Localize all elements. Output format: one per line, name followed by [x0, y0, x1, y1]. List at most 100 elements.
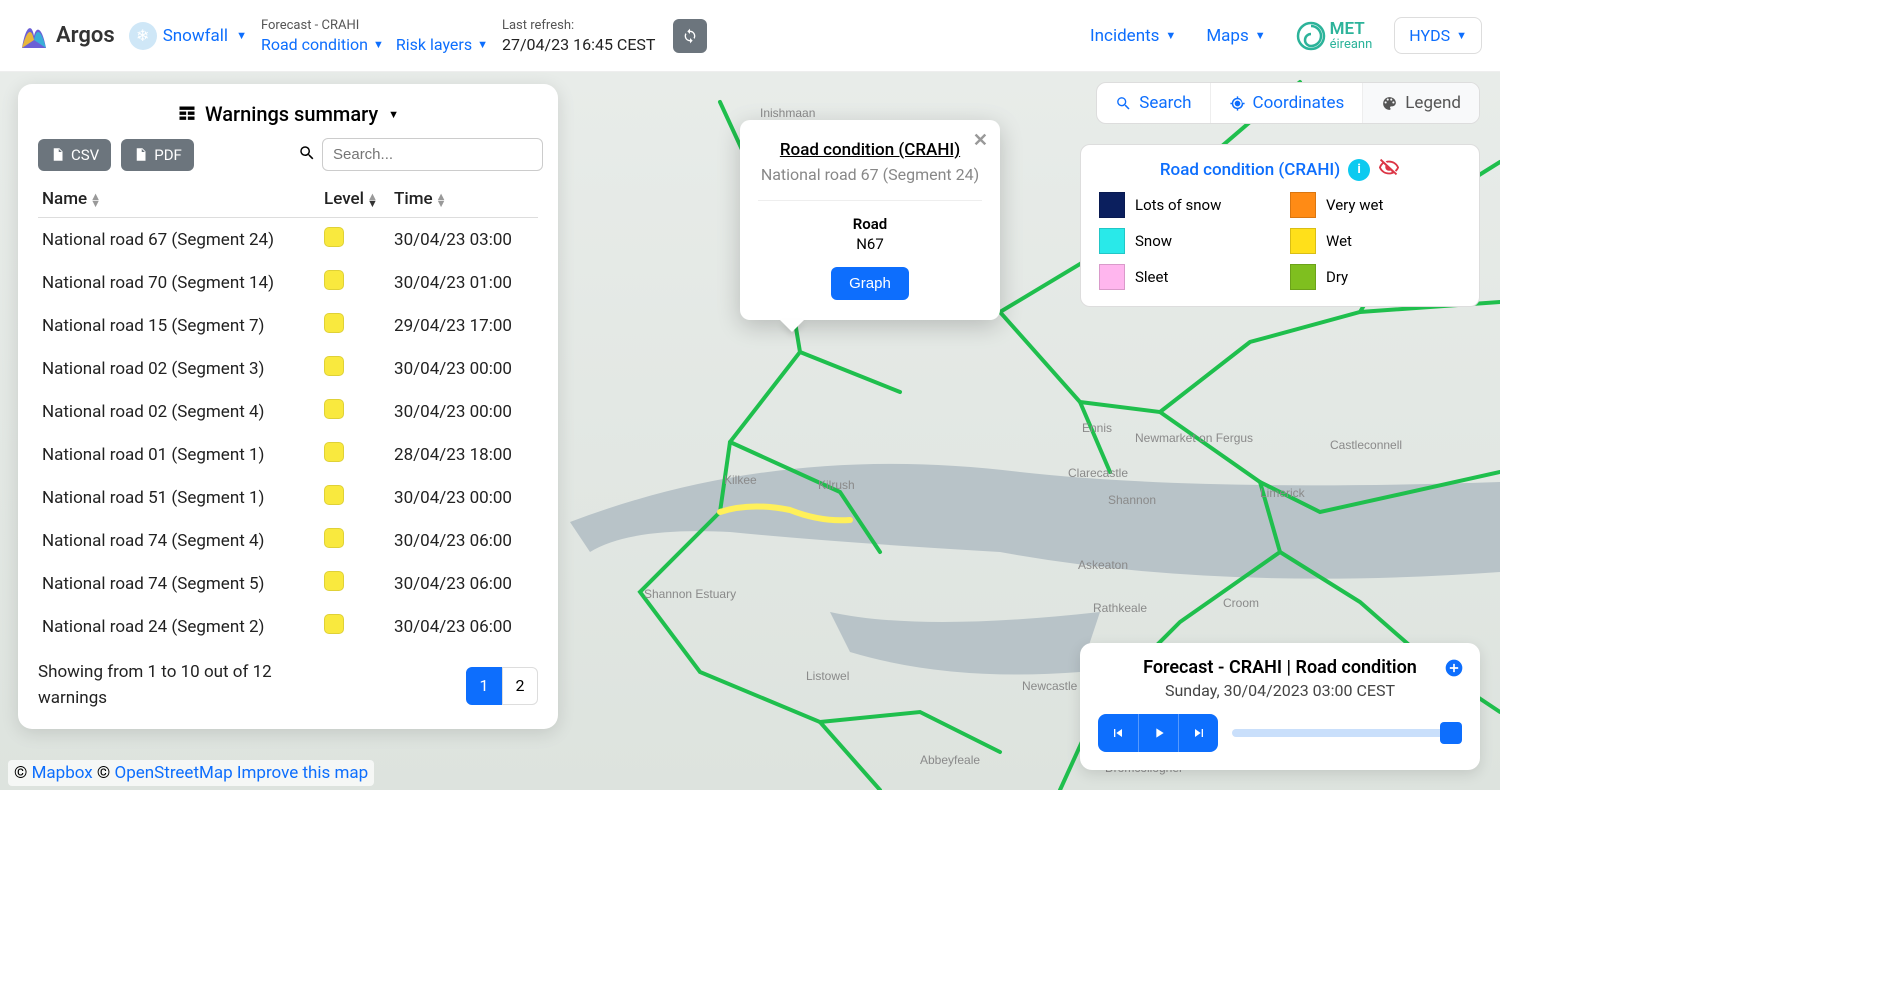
- svg-text:Castleconnell: Castleconnell: [1330, 438, 1402, 452]
- popup-field-value: N67: [758, 235, 982, 253]
- table-row[interactable]: National road 02 (Segment 3) 30/04/23 00…: [38, 347, 538, 390]
- row-level: [320, 347, 390, 390]
- play-button[interactable]: [1138, 714, 1178, 752]
- refresh-icon: [682, 28, 698, 44]
- row-level: [320, 390, 390, 433]
- export-csv-button[interactable]: CSV: [38, 139, 111, 171]
- row-name: National road 24 (Segment 2): [38, 605, 320, 648]
- legend-label: Wet: [1326, 232, 1352, 250]
- refresh-button[interactable]: [673, 19, 707, 53]
- step-forward-button[interactable]: [1178, 714, 1218, 752]
- slider-thumb[interactable]: [1440, 722, 1462, 744]
- svg-text:Croom: Croom: [1223, 596, 1259, 610]
- col-level-header[interactable]: Level▲▼: [320, 181, 390, 218]
- col-time-header[interactable]: Time▲▼: [390, 181, 538, 218]
- last-refresh-label: Last refresh:: [502, 18, 656, 33]
- maps-dropdown[interactable]: Maps ▼: [1206, 26, 1265, 46]
- row-name: National road 02 (Segment 4): [38, 390, 320, 433]
- legend-item: Very wet: [1290, 192, 1461, 218]
- forecast-label: Forecast - CRAHI: [261, 18, 488, 33]
- row-level: [320, 218, 390, 262]
- legend-swatch: [1099, 264, 1125, 290]
- csv-label: CSV: [71, 146, 99, 164]
- timeline-title: Forecast - CRAHI | Road condition: [1098, 657, 1462, 678]
- row-time: 30/04/23 01:00: [390, 261, 538, 304]
- row-time: 30/04/23 00:00: [390, 347, 538, 390]
- improve-map-link[interactable]: Improve this map: [237, 763, 368, 783]
- table-summary-text: Showing from 1 to 10 out of 12 warnings: [38, 660, 288, 711]
- snowflake-icon: ❄: [129, 22, 157, 50]
- page-button-1[interactable]: 1: [466, 667, 502, 705]
- legend-title: Road condition (CRAHI): [1160, 160, 1340, 180]
- play-controls: [1098, 714, 1218, 752]
- row-time: 30/04/23 06:00: [390, 605, 538, 648]
- warnings-title-text: Warnings summary: [205, 102, 378, 126]
- legend-label: Dry: [1326, 268, 1348, 286]
- warnings-table: Name▲▼ Level▲▼ Time▲▼ National road 67 (…: [38, 181, 538, 648]
- legend-swatch: [1290, 192, 1316, 218]
- table-row[interactable]: National road 15 (Segment 7) 29/04/23 17…: [38, 304, 538, 347]
- level-swatch: [324, 485, 344, 505]
- pagination: 12: [466, 667, 538, 705]
- app-logo[interactable]: Argos: [18, 20, 115, 52]
- caret-down-icon: ▼: [1255, 29, 1266, 42]
- table-row[interactable]: National road 74 (Segment 4) 30/04/23 06…: [38, 519, 538, 562]
- caret-down-icon: ▼: [1165, 29, 1176, 42]
- export-pdf-button[interactable]: PDF: [121, 139, 194, 171]
- col-name-header[interactable]: Name▲▼: [38, 181, 320, 218]
- road-condition-dropdown[interactable]: Road condition ▼: [261, 35, 384, 54]
- risk-layers-dropdown[interactable]: Risk layers ▼: [396, 35, 488, 54]
- row-time: 28/04/23 18:00: [390, 433, 538, 476]
- page-button-2[interactable]: 2: [502, 667, 538, 705]
- last-refresh-value: 27/04/23 16:45 CEST: [502, 35, 656, 54]
- row-time: 30/04/23 06:00: [390, 562, 538, 605]
- tab-coordinates[interactable]: Coordinates: [1210, 83, 1363, 123]
- legend-label: Snow: [1135, 232, 1172, 250]
- legend-item: Lots of snow: [1099, 192, 1270, 218]
- row-name: National road 70 (Segment 14): [38, 261, 320, 304]
- row-level: [320, 519, 390, 562]
- warnings-search-input[interactable]: [322, 138, 543, 171]
- hyds-dropdown[interactable]: HYDS ▼: [1394, 17, 1482, 54]
- mapbox-link[interactable]: Mapbox: [32, 763, 93, 783]
- legend-item: Dry: [1290, 264, 1461, 290]
- pdf-label: PDF: [154, 146, 182, 164]
- step-back-button[interactable]: [1098, 714, 1138, 752]
- tab-legend[interactable]: Legend: [1362, 83, 1479, 123]
- legend-label: Lots of snow: [1135, 196, 1221, 214]
- road-condition-label: Road condition: [261, 35, 368, 54]
- eye-off-icon[interactable]: [1378, 157, 1400, 182]
- popup-close-button[interactable]: ✕: [973, 130, 988, 151]
- met-eireann-logo[interactable]: MET éireann: [1296, 21, 1373, 51]
- row-time: 30/04/23 03:00: [390, 218, 538, 262]
- table-row[interactable]: National road 74 (Segment 5) 30/04/23 06…: [38, 562, 538, 605]
- forecast-block: Forecast - CRAHI Road condition ▼ Risk l…: [261, 18, 488, 54]
- graph-button[interactable]: Graph: [831, 267, 909, 300]
- svg-text:Clarecastle: Clarecastle: [1068, 466, 1128, 480]
- map-viewport[interactable]: Inishmaan Ennis Clarecastle Newmarket on…: [0, 72, 1500, 790]
- tab-legend-label: Legend: [1405, 93, 1461, 113]
- row-name: National road 02 (Segment 3): [38, 347, 320, 390]
- tab-search-label: Search: [1139, 93, 1191, 113]
- table-row[interactable]: National road 24 (Segment 2) 30/04/23 06…: [38, 605, 538, 648]
- table-row[interactable]: National road 67 (Segment 24) 30/04/23 0…: [38, 218, 538, 262]
- skip-next-icon: [1191, 725, 1207, 741]
- table-row[interactable]: National road 02 (Segment 4) 30/04/23 00…: [38, 390, 538, 433]
- table-row[interactable]: National road 51 (Segment 1) 30/04/23 00…: [38, 476, 538, 519]
- legend-item: Wet: [1290, 228, 1461, 254]
- osm-link[interactable]: OpenStreetMap: [115, 763, 233, 783]
- table-row[interactable]: National road 01 (Segment 1) 28/04/23 18…: [38, 433, 538, 476]
- incidents-dropdown[interactable]: Incidents ▼: [1090, 26, 1176, 46]
- tab-search[interactable]: Search: [1097, 83, 1209, 123]
- info-icon[interactable]: i: [1348, 159, 1370, 181]
- argos-logo-icon: [18, 20, 50, 52]
- row-time: 30/04/23 00:00: [390, 390, 538, 433]
- app-name: Argos: [56, 23, 115, 48]
- header: Argos ❄ Snowfall ▼ Forecast - CRAHI Road…: [0, 0, 1500, 72]
- row-name: National road 51 (Segment 1): [38, 476, 320, 519]
- warnings-summary-toggle[interactable]: Warnings summary ▼: [38, 102, 538, 126]
- table-row[interactable]: National road 70 (Segment 14) 30/04/23 0…: [38, 261, 538, 304]
- timeline-slider[interactable]: [1232, 729, 1462, 737]
- add-timeline-button[interactable]: [1444, 657, 1464, 681]
- snowfall-dropdown[interactable]: ❄ Snowfall ▼: [129, 22, 247, 50]
